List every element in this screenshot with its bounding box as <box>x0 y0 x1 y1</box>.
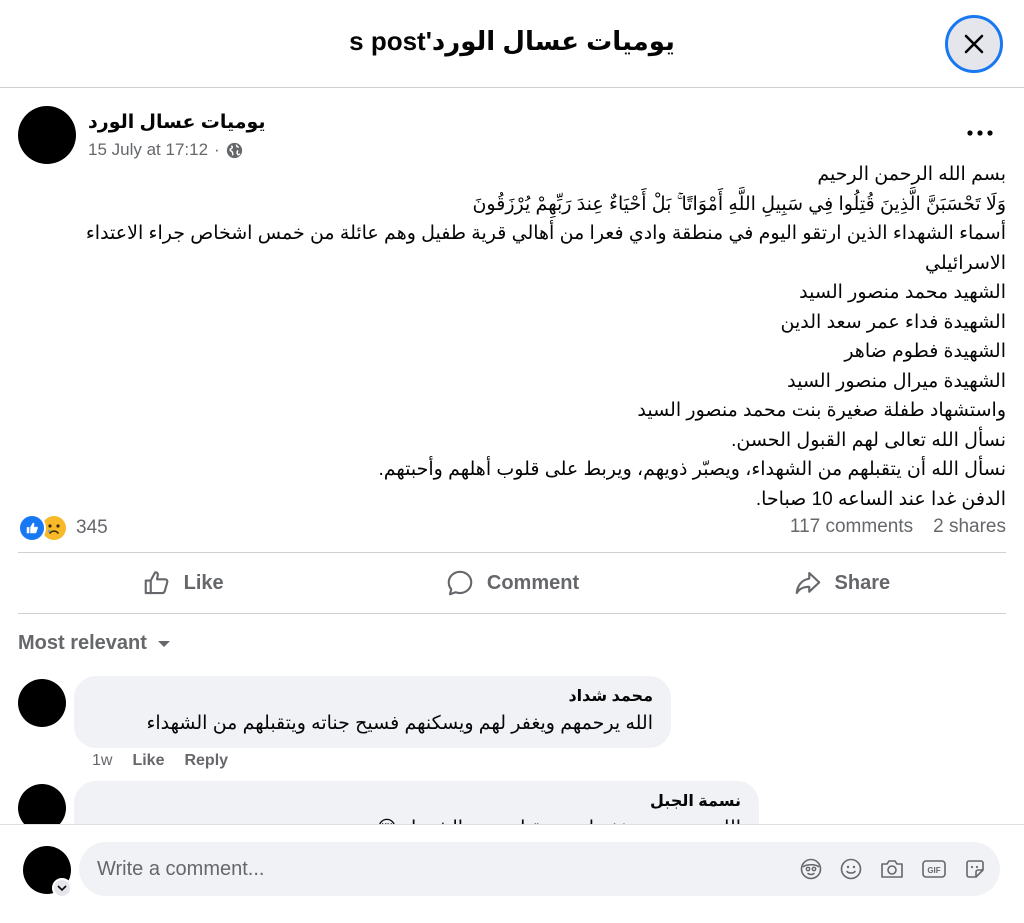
svg-text:GIF: GIF <box>927 866 940 875</box>
like-label: Like <box>183 571 224 594</box>
commenter-name[interactable]: محمد شداد <box>92 686 653 706</box>
post-author-avatar[interactable] <box>18 106 76 164</box>
post-meta: 15 July at 17:12 · <box>88 140 243 160</box>
chevron-down-icon <box>57 885 67 892</box>
post-line: وَلَا تَحْسَبَنَّ الَّذِينَ قُتِلُوا فِي… <box>472 193 1006 215</box>
dialog-title: يوميات عسال الورد's post <box>349 26 675 56</box>
profile-switch-button[interactable] <box>52 878 72 898</box>
smiley-icon <box>840 858 862 880</box>
more-options-icon <box>967 130 993 136</box>
post-line: الشهيدة فداء عمر سعد الدين <box>780 311 1006 333</box>
post-line: الشهيدة فطوم ضاهر <box>844 341 1006 362</box>
post-author-name[interactable]: يوميات عسال الورد <box>88 111 266 134</box>
comment-actions: 1w Like Reply <box>92 752 228 770</box>
post-line: الشهيدة ميرال منصور السيد <box>787 370 1006 392</box>
post-line: نسأل الله تعالى لهم القبول الحسن. <box>731 429 1006 451</box>
shares-count[interactable]: 2 shares <box>933 516 1006 538</box>
post-line: أسماء الشهداء الذين ارتقو اليوم في منطقة… <box>85 223 1006 274</box>
sticker-button[interactable] <box>962 856 988 882</box>
comment-age[interactable]: 1w <box>92 752 112 770</box>
comment-label: Comment <box>486 571 580 594</box>
share-label: Share <box>834 571 891 594</box>
engagement-counts: 117 comments 2 shares <box>790 516 1006 538</box>
avatar-sticker-icon <box>800 858 822 880</box>
photo-button[interactable] <box>879 856 905 882</box>
commenter-avatar[interactable] <box>18 679 66 727</box>
post-line: بسم الله الرحمن الرحيم <box>817 164 1006 185</box>
dialog-header: يوميات عسال الورد's post <box>0 0 1024 88</box>
sort-label: Most relevant <box>18 632 147 654</box>
like-button[interactable]: Like <box>18 553 347 613</box>
post-action-bar: Like Comment Share <box>18 552 1006 614</box>
post-line: الدفن غدا عند الساعه 10 صباحا. <box>755 488 1006 510</box>
post-body: بسم الله الرحمن الرحيم وَلَا تَحْسَبَنَّ… <box>16 160 1006 514</box>
comment-reply-button[interactable]: Reply <box>184 752 228 770</box>
meta-separator: · <box>214 140 220 159</box>
reaction-count[interactable]: 345 <box>76 517 108 539</box>
like-reaction-icon <box>18 514 46 542</box>
close-icon <box>964 34 984 54</box>
comment-sort-dropdown[interactable]: Most relevant <box>18 632 171 655</box>
reactions-summary[interactable]: 345 <box>18 514 108 542</box>
comment-text: الله يرحمهم ويغفر لهم ويسكنهم فسيح جناته… <box>146 713 653 734</box>
close-button[interactable] <box>945 15 1003 73</box>
share-button[interactable]: Share <box>677 553 1006 613</box>
emoji-button[interactable] <box>838 856 864 882</box>
gif-button[interactable]: GIF <box>921 856 947 882</box>
comment-like-button[interactable]: Like <box>132 752 164 770</box>
thumbs-up-icon <box>144 571 169 595</box>
post-line: واستشهاد طفلة صغيرة بنت محمد منصور السيد <box>637 400 1006 421</box>
caret-down-icon <box>157 640 170 647</box>
commenter-name[interactable]: نسمة الجبل <box>92 791 741 811</box>
share-icon <box>795 571 820 595</box>
comment-bubble: محمد شداد الله يرحمهم ويغفر لهم ويسكنهم … <box>74 676 671 748</box>
comments-count[interactable]: 117 comments <box>790 516 913 538</box>
post-options-button[interactable] <box>962 118 998 148</box>
comment-icon <box>447 570 473 596</box>
gif-icon: GIF <box>922 860 946 878</box>
globe-icon <box>226 142 242 158</box>
post-timestamp[interactable]: 15 July at 17:12 <box>88 140 208 160</box>
comment-button[interactable]: Comment <box>347 553 676 613</box>
camera-icon <box>881 860 903 878</box>
sticker-icon <box>966 860 984 878</box>
avatar-sticker-button[interactable] <box>798 856 824 882</box>
post-line: نسأل الله أن يتقبلهم من الشهداء، ويصبّر … <box>378 459 1006 480</box>
post-line: الشهيد محمد منصور السيد <box>799 282 1006 303</box>
